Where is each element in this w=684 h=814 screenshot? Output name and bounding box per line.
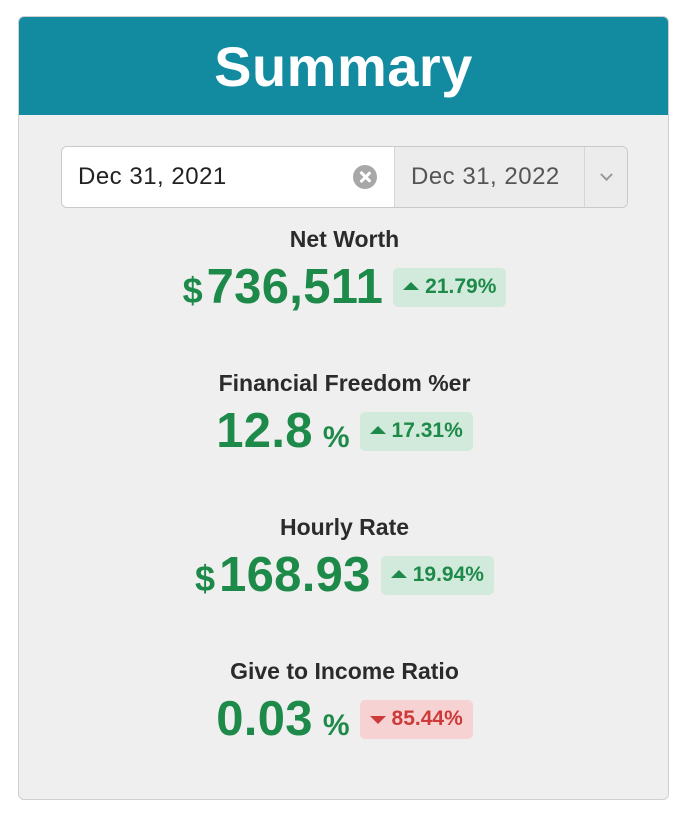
percent-suffix: % <box>322 421 350 454</box>
start-date-container[interactable] <box>62 147 395 207</box>
caret-up-icon <box>390 570 407 578</box>
change-badge: 17.31% <box>359 411 473 451</box>
change-badge: 19.94% <box>380 555 494 595</box>
metric-value: 736,511 <box>206 260 384 314</box>
percent-suffix: % <box>322 709 350 742</box>
metric-value-group: 12.8 % <box>216 403 349 459</box>
caret-up-icon <box>403 282 420 290</box>
clear-icon[interactable] <box>353 165 377 189</box>
metric-row: 12.8 % 17.31% <box>19 403 668 459</box>
change-badge: 85.44% <box>359 699 473 739</box>
metric-value-group: 0.03 % <box>216 691 349 747</box>
metric-row: $ 736,511 21.79% <box>19 259 668 315</box>
metric-give-to-income-ratio: Give to Income Ratio 0.03 % 85.44% <box>19 657 668 747</box>
change-value: 21.79% <box>425 275 497 298</box>
start-date-input[interactable] <box>78 163 338 191</box>
change-value: 85.44% <box>391 707 463 730</box>
metric-financial-freedom: Financial Freedom %er 12.8 % 17.31% <box>19 369 668 459</box>
metric-label: Net Worth <box>289 226 400 252</box>
currency-prefix: $ <box>182 270 203 311</box>
metric-value: 0.03 <box>216 692 313 746</box>
date-dropdown-toggle[interactable] <box>585 147 627 207</box>
change-badge: 21.79% <box>393 267 507 307</box>
card-title: Summary <box>214 34 473 98</box>
change-value: 17.31% <box>391 419 463 442</box>
metric-row: 0.03 % 85.44% <box>19 691 668 747</box>
metric-label: Give to Income Ratio <box>230 658 459 684</box>
change-value: 19.94% <box>412 563 484 586</box>
chevron-down-icon <box>599 167 613 181</box>
currency-prefix: $ <box>195 558 216 599</box>
metric-label: Financial Freedom %er <box>218 370 471 396</box>
metric-label: Hourly Rate <box>279 514 410 540</box>
metric-value-group: $ 736,511 <box>183 259 384 315</box>
summary-card: Summary Dec 31, 2022 Net Worth $ 736,511… <box>18 16 669 800</box>
metric-value-group: $ 168.93 <box>195 547 371 603</box>
metric-net-worth: Net Worth $ 736,511 21.79% <box>19 225 668 315</box>
caret-down-icon <box>369 716 386 724</box>
date-range-picker[interactable]: Dec 31, 2022 <box>61 146 628 208</box>
metric-row: $ 168.93 19.94% <box>19 547 668 603</box>
metric-value: 168.93 <box>219 548 371 602</box>
metric-value: 12.8 <box>216 404 313 458</box>
card-header: Summary <box>19 17 668 115</box>
end-date-field[interactable]: Dec 31, 2022 <box>395 147 585 207</box>
caret-up-icon <box>369 426 386 434</box>
metric-hourly-rate: Hourly Rate $ 168.93 19.94% <box>19 513 668 603</box>
